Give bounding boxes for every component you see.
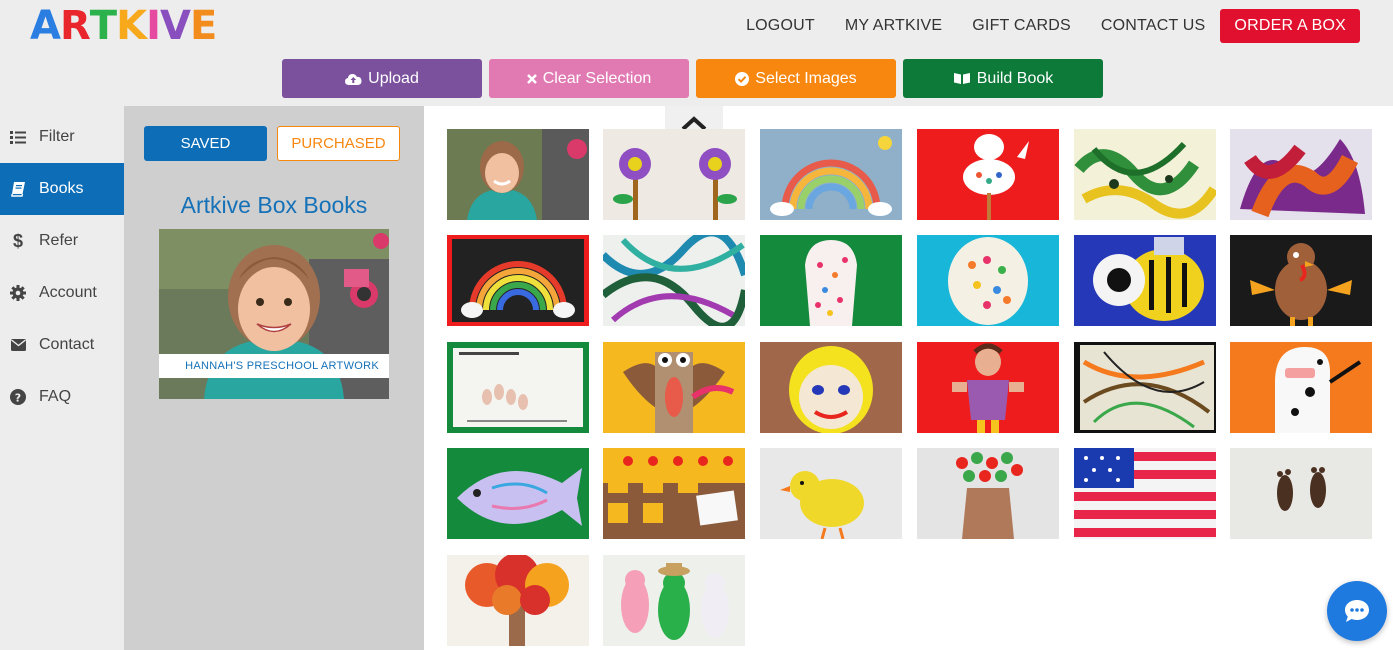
envelope-icon: [10, 337, 26, 353]
gear-icon: [10, 285, 26, 301]
logout-link[interactable]: LOGOUT: [746, 17, 815, 35]
artwork-thumbnail[interactable]: [917, 129, 1059, 220]
artwork-thumbnail[interactable]: [1074, 129, 1216, 220]
sidebar-item-filter[interactable]: Filter: [0, 111, 124, 163]
sidebar-item-contact[interactable]: Contact: [0, 319, 124, 371]
select-images-label: Select Images: [755, 69, 857, 87]
artwork-thumbnail[interactable]: [447, 129, 589, 220]
my-artkive-link[interactable]: MY ARTKIVE: [845, 17, 942, 35]
artwork-thumbnail[interactable]: [1230, 342, 1372, 433]
dollar-icon: $: [12, 230, 23, 251]
artwork-thumbnail[interactable]: [1230, 235, 1372, 326]
sidebar-item-label: Refer: [39, 232, 79, 249]
artwork-thumbnail[interactable]: [1074, 342, 1216, 433]
book-tabs: SAVED PURCHASED: [144, 126, 400, 161]
artkive-logo[interactable]: ARTKIVE: [30, 6, 217, 46]
chat-launcher-button[interactable]: [1327, 581, 1387, 641]
artwork-thumbnail[interactable]: [603, 448, 745, 539]
artwork-gallery: [424, 106, 1393, 650]
artwork-thumbnail[interactable]: [603, 342, 745, 433]
book-icon: [10, 181, 26, 197]
artwork-thumbnail[interactable]: [1074, 235, 1216, 326]
artwork-thumbnail[interactable]: [917, 448, 1059, 539]
sidebar-item-label: FAQ: [39, 388, 72, 405]
artwork-thumbnail[interactable]: [447, 342, 589, 433]
top-header: ARTKIVE LOGOUT MY ARTKIVE GIFT CARDS CON…: [0, 0, 1393, 106]
sidebar-item-books[interactable]: Books: [0, 163, 124, 215]
sidebar-item-account[interactable]: Account: [0, 267, 124, 319]
tab-saved[interactable]: SAVED: [144, 126, 267, 161]
artwork-thumbnail[interactable]: [603, 555, 745, 646]
svg-text:?: ?: [15, 391, 21, 404]
question-icon: ?: [10, 389, 26, 405]
clear-selection-label: Clear Selection: [542, 69, 652, 87]
sidebar-item-label: Books: [39, 180, 84, 197]
sidebar-item-label: Contact: [39, 336, 95, 353]
close-icon: [526, 73, 537, 84]
artwork-thumbnail[interactable]: [1074, 448, 1216, 539]
tab-purchased[interactable]: PURCHASED: [277, 126, 400, 161]
chat-bubble-icon: [1345, 600, 1369, 622]
top-nav: LOGOUT MY ARTKIVE GIFT CARDS CONTACT US …: [716, 9, 1360, 43]
list-icon: [10, 129, 26, 145]
build-book-button[interactable]: Build Book: [903, 59, 1103, 98]
artwork-thumbnail[interactable]: [917, 235, 1059, 326]
order-box-button[interactable]: ORDER A BOX: [1220, 9, 1360, 43]
book-card[interactable]: HANNAH'S PRESCHOOL ARTWORK: [159, 229, 389, 399]
clear-selection-button[interactable]: Clear Selection: [489, 59, 689, 98]
build-book-label: Build Book: [976, 69, 1054, 87]
sidebar: Filter Books $ Refer Account Contact ? F…: [0, 111, 124, 650]
open-book-icon: [953, 73, 970, 84]
artwork-thumbnail[interactable]: [760, 235, 902, 326]
artwork-thumbnail[interactable]: [760, 342, 902, 433]
cloud-upload-icon: [345, 73, 362, 85]
gift-cards-link[interactable]: GIFT CARDS: [972, 17, 1071, 35]
artwork-thumbnail[interactable]: [917, 342, 1059, 433]
artwork-thumbnail[interactable]: [447, 235, 589, 326]
artwork-thumbnail[interactable]: [760, 448, 902, 539]
artwork-thumbnail[interactable]: [447, 555, 589, 646]
action-bar: Upload Clear Selection Select Images Bui…: [282, 59, 1110, 98]
sidebar-item-refer[interactable]: $ Refer: [0, 215, 124, 267]
sidebar-item-label: Account: [39, 284, 97, 301]
artwork-thumbnail[interactable]: [1230, 448, 1372, 539]
artwork-thumbnail[interactable]: [1230, 129, 1372, 220]
artwork-thumbnail[interactable]: [447, 448, 589, 539]
upload-button[interactable]: Upload: [282, 59, 482, 98]
sidebar-item-faq[interactable]: ? FAQ: [0, 371, 124, 423]
select-images-button[interactable]: Select Images: [696, 59, 896, 98]
check-circle-icon: [735, 71, 750, 86]
artwork-thumbnail[interactable]: [603, 129, 745, 220]
artwork-thumbnail[interactable]: [760, 129, 902, 220]
books-panel: SAVED PURCHASED Artkive Box Books HANNAH…: [124, 106, 424, 650]
artwork-thumbnail[interactable]: [603, 235, 745, 326]
upload-label: Upload: [368, 69, 419, 87]
contact-us-link[interactable]: CONTACT US: [1101, 17, 1206, 35]
book-caption: HANNAH'S PRESCHOOL ARTWORK: [159, 354, 389, 378]
sidebar-item-label: Filter: [39, 128, 75, 145]
books-heading: Artkive Box Books: [180, 192, 368, 218]
